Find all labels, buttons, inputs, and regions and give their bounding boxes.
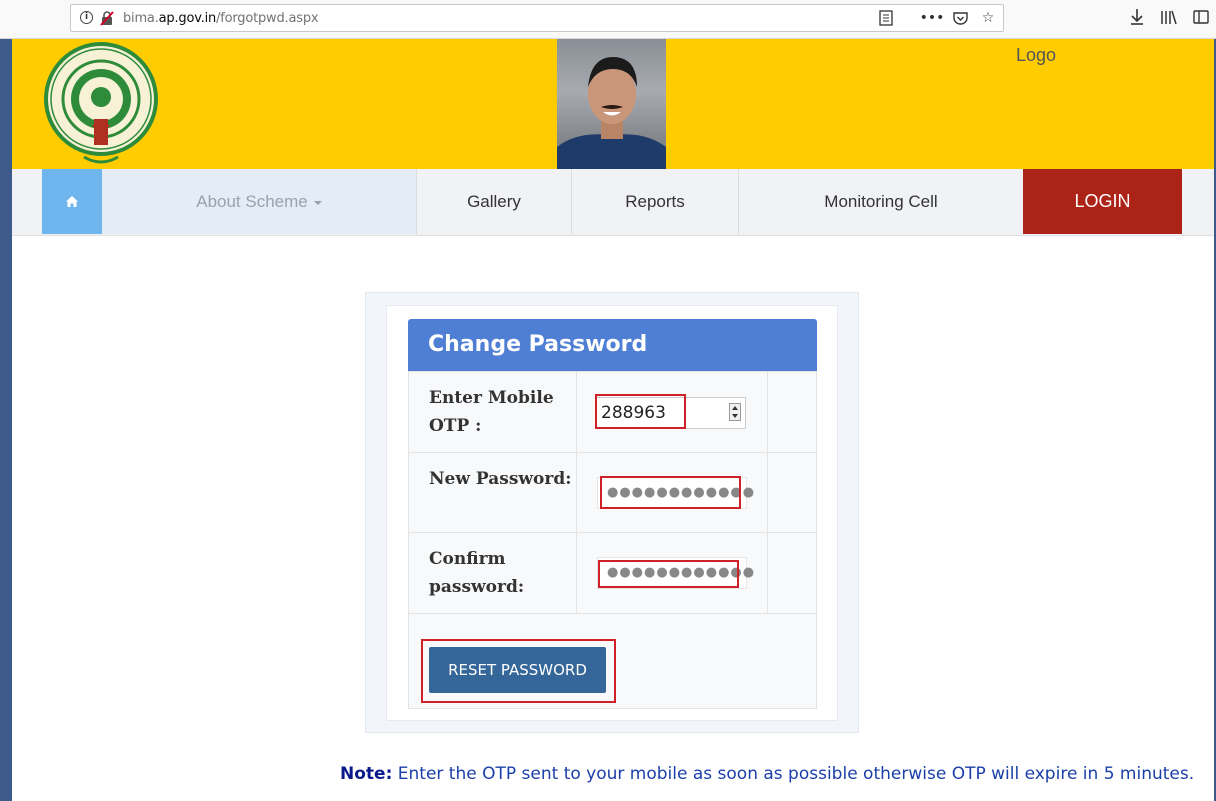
info-icon[interactable]: i bbox=[80, 11, 93, 24]
download-icon[interactable] bbox=[1128, 8, 1146, 26]
library-icon[interactable] bbox=[1160, 8, 1178, 26]
pocket-icon[interactable] bbox=[951, 9, 969, 27]
url-text[interactable]: bima.ap.gov.in/forgotpwd.aspx bbox=[123, 11, 319, 26]
confirm-password-label: Confirm password: bbox=[409, 533, 577, 613]
new-password-label: New Password: bbox=[409, 453, 577, 532]
panel-title: Change Password bbox=[408, 319, 817, 371]
number-spinner[interactable] bbox=[729, 403, 741, 421]
state-emblem bbox=[44, 42, 158, 164]
button-row: RESET PASSWORD bbox=[409, 614, 816, 708]
more-actions-icon[interactable]: ••• bbox=[920, 9, 945, 27]
bookmark-star-icon[interactable]: ☆ bbox=[979, 9, 997, 27]
home-icon bbox=[66, 196, 78, 207]
address-bar[interactable]: i bima.ap.gov.in/forgotpwd.aspx ••• ☆ bbox=[70, 4, 1004, 32]
insecure-lock-icon[interactable] bbox=[99, 10, 115, 26]
caret-down-icon bbox=[313, 201, 322, 205]
new-password-row: New Password: ●●●●●●●●●●●● bbox=[409, 453, 816, 533]
otp-highlight bbox=[595, 394, 686, 429]
page: Logo About Scheme Gallery Reports Monito… bbox=[12, 39, 1214, 801]
nav-login[interactable]: LOGIN bbox=[1023, 169, 1182, 234]
otp-label: Enter Mobile OTP : bbox=[409, 372, 577, 452]
main-nav: About Scheme Gallery Reports Monitoring … bbox=[12, 169, 1214, 236]
nav-home[interactable] bbox=[42, 169, 102, 234]
confirm-password-highlight bbox=[598, 560, 739, 588]
change-password-panel: Change Password Enter Mobile OTP : 28896… bbox=[365, 292, 859, 733]
nav-about-scheme[interactable]: About Scheme bbox=[102, 169, 417, 234]
logo-placeholder: Logo bbox=[1016, 45, 1057, 65]
panel-inner: Change Password Enter Mobile OTP : 28896… bbox=[386, 305, 838, 721]
new-password-highlight bbox=[600, 476, 741, 509]
browser-toolbar: i bima.ap.gov.in/forgotpwd.aspx ••• ☆ bbox=[0, 0, 1216, 39]
sidebar-icon[interactable] bbox=[1192, 8, 1210, 26]
otp-row: Enter Mobile OTP : 288963 bbox=[409, 372, 816, 453]
reset-button-highlight bbox=[421, 639, 616, 703]
nav-monitoring-cell[interactable]: Monitoring Cell bbox=[739, 169, 1023, 234]
confirm-password-row: Confirm password: ●●●●●●●●●●●● bbox=[409, 533, 816, 614]
otp-note: Note: Enter the OTP sent to your mobile … bbox=[340, 764, 1195, 784]
form-table: Enter Mobile OTP : 288963 New Password: … bbox=[408, 371, 817, 709]
reader-view-icon[interactable] bbox=[877, 9, 895, 27]
nav-gallery[interactable]: Gallery bbox=[417, 169, 572, 234]
nav-reports[interactable]: Reports bbox=[572, 169, 739, 234]
site-header: Logo bbox=[12, 39, 1214, 169]
profile-photo bbox=[557, 39, 666, 169]
